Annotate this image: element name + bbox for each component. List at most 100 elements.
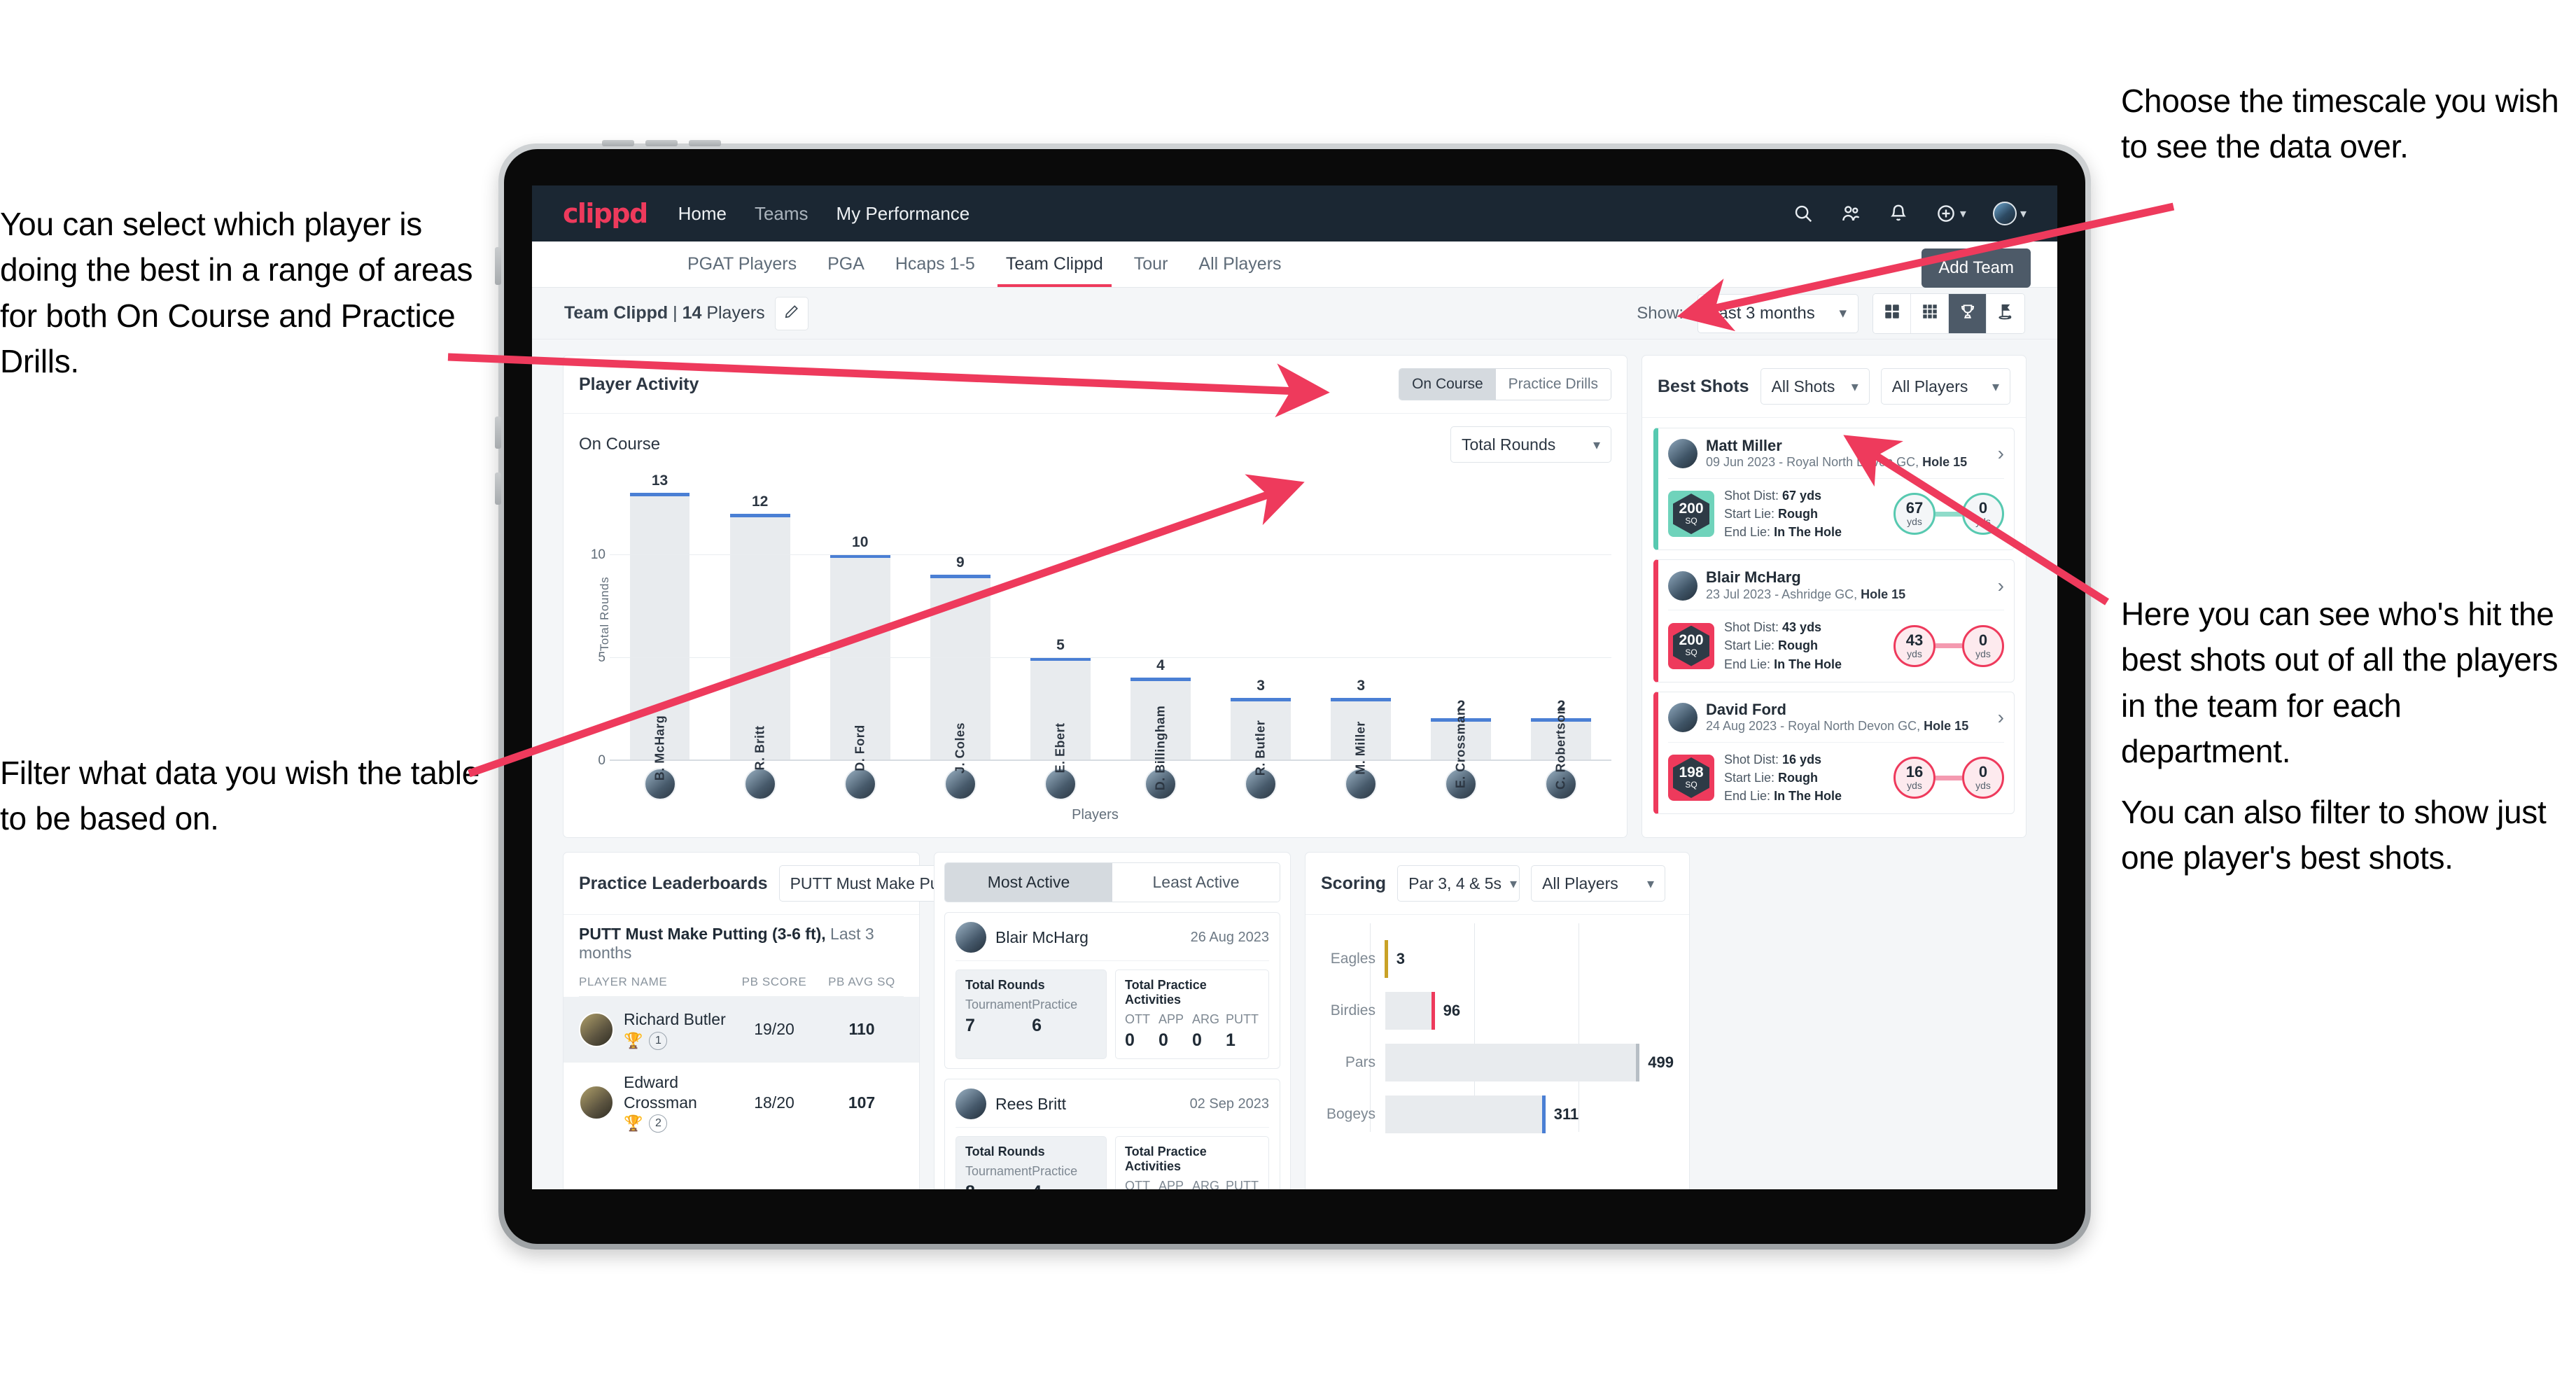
avatar[interactable]: [1992, 202, 2017, 225]
scoring-row[interactable]: Bogeys 311: [1321, 1088, 1674, 1140]
best-shot-card[interactable]: David Ford 24 Aug 2023 - Royal North Devo…: [1653, 691, 2015, 815]
start-lie-value: Rough: [1778, 506, 1819, 521]
scoring-bar[interactable]: [1384, 940, 1388, 978]
best-shots-shot-filter[interactable]: All Shots ▾: [1760, 368, 1870, 405]
grid-9-icon: [1921, 302, 1939, 324]
best-shot-details: Shot Dist: 43 yds Start Lie: Rough End Lie…: [1724, 618, 1842, 673]
shot-end-unit: yds: [1975, 780, 1991, 792]
bell-icon[interactable]: [1888, 203, 1909, 224]
scoring-par-filter[interactable]: Par 3, 4 & 5s ▾: [1397, 865, 1520, 902]
view-toggle-grid-9[interactable]: [1911, 293, 1949, 333]
practice-col-value: 0: [1125, 1030, 1135, 1050]
app-screen: clippd Home Teams My Performance ▾ ▾ PGA…: [532, 186, 2057, 1189]
user-menu[interactable]: ▾: [1992, 202, 2026, 225]
dashboard-row-top: Player Activity On Course Practice Drill…: [563, 355, 2026, 838]
scoring-row[interactable]: Eagles 3: [1321, 933, 1674, 985]
table-row[interactable]: Edward Crossman 🏆 2 18/20 107: [579, 1063, 904, 1143]
tab-team-clippd[interactable]: Team Clippd: [990, 241, 1119, 287]
chart-bar-column[interactable]: 4 D. Billingham: [1110, 472, 1210, 790]
activity-player-card[interactable]: Blair McHarg 26 Aug 2023 Total Rounds Tourn…: [944, 912, 1280, 1069]
shot-distance-diagram: 67 yds 0 yds: [1893, 493, 2004, 536]
leaderboard-header-row: PLAYER NAME PB SCORE PB AVG SQ: [579, 967, 904, 997]
avatar: [955, 922, 986, 953]
shot-start-distance: 16 yds: [1893, 757, 1935, 799]
metric-select[interactable]: Total Rounds ▾: [1450, 426, 1611, 463]
tablet-bezel: clippd Home Teams My Performance ▾ ▾ PGA…: [504, 149, 2085, 1244]
chart-bar-label: B. McHarg: [652, 715, 667, 781]
scoring-par-filter-value: Par 3, 4 & 5s: [1408, 874, 1502, 892]
scoring-bar[interactable]: [1385, 1096, 1546, 1133]
best-shot-card[interactable]: Matt Miller 09 Jun 2023 - Royal North Dev…: [1653, 428, 2015, 551]
shot-quality-badge: 200 SQ: [1668, 491, 1714, 538]
activity-player-card[interactable]: Rees Britt 02 Sep 2023 Total Rounds Tournam…: [944, 1079, 1280, 1189]
chart-bar-column[interactable]: 13 B. McHarg: [610, 472, 710, 780]
scoring-row[interactable]: Pars 499: [1321, 1037, 1674, 1088]
practice-col: ARG0: [1192, 1179, 1226, 1189]
people-icon[interactable]: [1840, 203, 1861, 224]
chevron-right-icon[interactable]: ›: [1998, 442, 2004, 465]
chart-bar-column[interactable]: 5 E. Ebert: [1010, 472, 1110, 774]
chart-bar-column[interactable]: 3 M. Miller: [1311, 472, 1411, 775]
scoring-card: Scoring Par 3, 4 & 5s ▾ All Players ▾ Ea…: [1305, 852, 1690, 1189]
plus-circle-icon[interactable]: [1935, 203, 1956, 224]
timescale-select[interactable]: Last 3 months ▾: [1698, 293, 1858, 333]
avatar[interactable]: [743, 768, 776, 800]
tab-tour[interactable]: Tour: [1119, 241, 1184, 287]
leaderboard-player-cell: Edward Crossman 🏆 2: [579, 1072, 729, 1133]
view-toggle-trophy[interactable]: [1949, 293, 1987, 333]
segment-practice-drills[interactable]: Practice Drills: [1495, 369, 1611, 400]
chart-bar-column[interactable]: 12 R. Britt: [710, 472, 810, 771]
best-shot-card[interactable]: Blair McHarg 23 Jul 2023 - Ashridge GC, H…: [1653, 559, 2015, 682]
tab-most-active[interactable]: Most Active: [945, 863, 1112, 902]
drill-select[interactable]: PUTT Must Make Putting ... ▾: [778, 865, 1003, 902]
avatar[interactable]: [844, 768, 876, 800]
leaderboard-pb-score: 18/20: [754, 1093, 794, 1112]
tab-pgat-players[interactable]: PGAT Players: [672, 241, 812, 287]
edit-team-button[interactable]: [774, 296, 808, 330]
players-word: Players: [701, 303, 765, 323]
view-toggle-grid-4[interactable]: [1873, 293, 1911, 333]
best-shot-meta: 09 Jun 2023 - Royal North Devon GC, Hole…: [1706, 454, 1967, 470]
chart-bar-label: D. Billingham: [1153, 705, 1168, 791]
shot-end-distance: 0 yds: [1962, 757, 2004, 799]
nav-link-home[interactable]: Home: [678, 203, 727, 225]
start-lie-value: Rough: [1778, 638, 1819, 653]
add-team-button[interactable]: Add Team: [1921, 248, 2031, 288]
chart-bars: 13 B. McHarg 12 R. Britt 10 D. Ford 9 J. Coles 5…: [610, 472, 1611, 790]
chart-bar-column[interactable]: 10 D. Ford: [810, 472, 910, 771]
chevron-right-icon[interactable]: ›: [1998, 706, 2004, 729]
search-icon[interactable]: [1793, 203, 1814, 224]
best-shots-player-filter[interactable]: All Players ▾: [1880, 368, 2010, 405]
nav-link-teams[interactable]: Teams: [755, 203, 808, 225]
nav-link-my-performance[interactable]: My Performance: [836, 203, 970, 225]
practice-col-label: OTT: [1125, 1012, 1150, 1026]
scoring-bar[interactable]: [1385, 1044, 1640, 1082]
segment-on-course[interactable]: On Course: [1399, 369, 1496, 400]
leaderboard-rank: 🏆 1: [624, 1031, 726, 1050]
chevron-right-icon[interactable]: ›: [1998, 575, 2004, 597]
add-menu[interactable]: ▾: [1935, 203, 1966, 224]
chart-bar-column[interactable]: 2 E. Crossman: [1411, 472, 1511, 788]
distance-connector: [1935, 775, 1962, 780]
tab-hcaps-1-5[interactable]: Hcaps 1-5: [880, 241, 990, 287]
chart-bar-column[interactable]: 2 C. Robertson: [1511, 472, 1611, 790]
table-row[interactable]: Richard Butler 🏆 1 19/20 110: [564, 997, 919, 1063]
scoring-row[interactable]: Birdies 96: [1321, 985, 1674, 1037]
shot-quality-badge: 200 SQ: [1668, 622, 1714, 669]
tab-pga[interactable]: PGA: [812, 241, 880, 287]
leaderboard-player-info: Richard Butler 🏆 1: [624, 1009, 726, 1050]
best-shots-header: Best Shots All Shots ▾ All Players ▾: [1642, 356, 2026, 418]
chevron-down-icon: ▾: [1991, 379, 1999, 395]
end-lie-line: End Lie: In The Hole: [1724, 787, 1842, 805]
chart-bar-column[interactable]: 3 R. Butler: [1211, 472, 1311, 776]
start-lie-value: Rough: [1778, 770, 1819, 785]
scoring-player-filter[interactable]: All Players ▾: [1531, 865, 1666, 902]
scoring-bar[interactable]: [1385, 992, 1435, 1030]
tab-least-active[interactable]: Least Active: [1112, 863, 1280, 902]
view-toggle-golf-flag[interactable]: [1987, 293, 2024, 333]
chart-bar-column[interactable]: 9 J. Coles: [910, 472, 1010, 774]
team-subbar: Team Clippd | 14 Players Show: Last 3 mo…: [532, 288, 2057, 340]
shot-end-value: 0: [1978, 763, 1988, 781]
tab-all-players[interactable]: All Players: [1183, 241, 1296, 287]
clippd-logo[interactable]: clippd: [563, 198, 648, 229]
